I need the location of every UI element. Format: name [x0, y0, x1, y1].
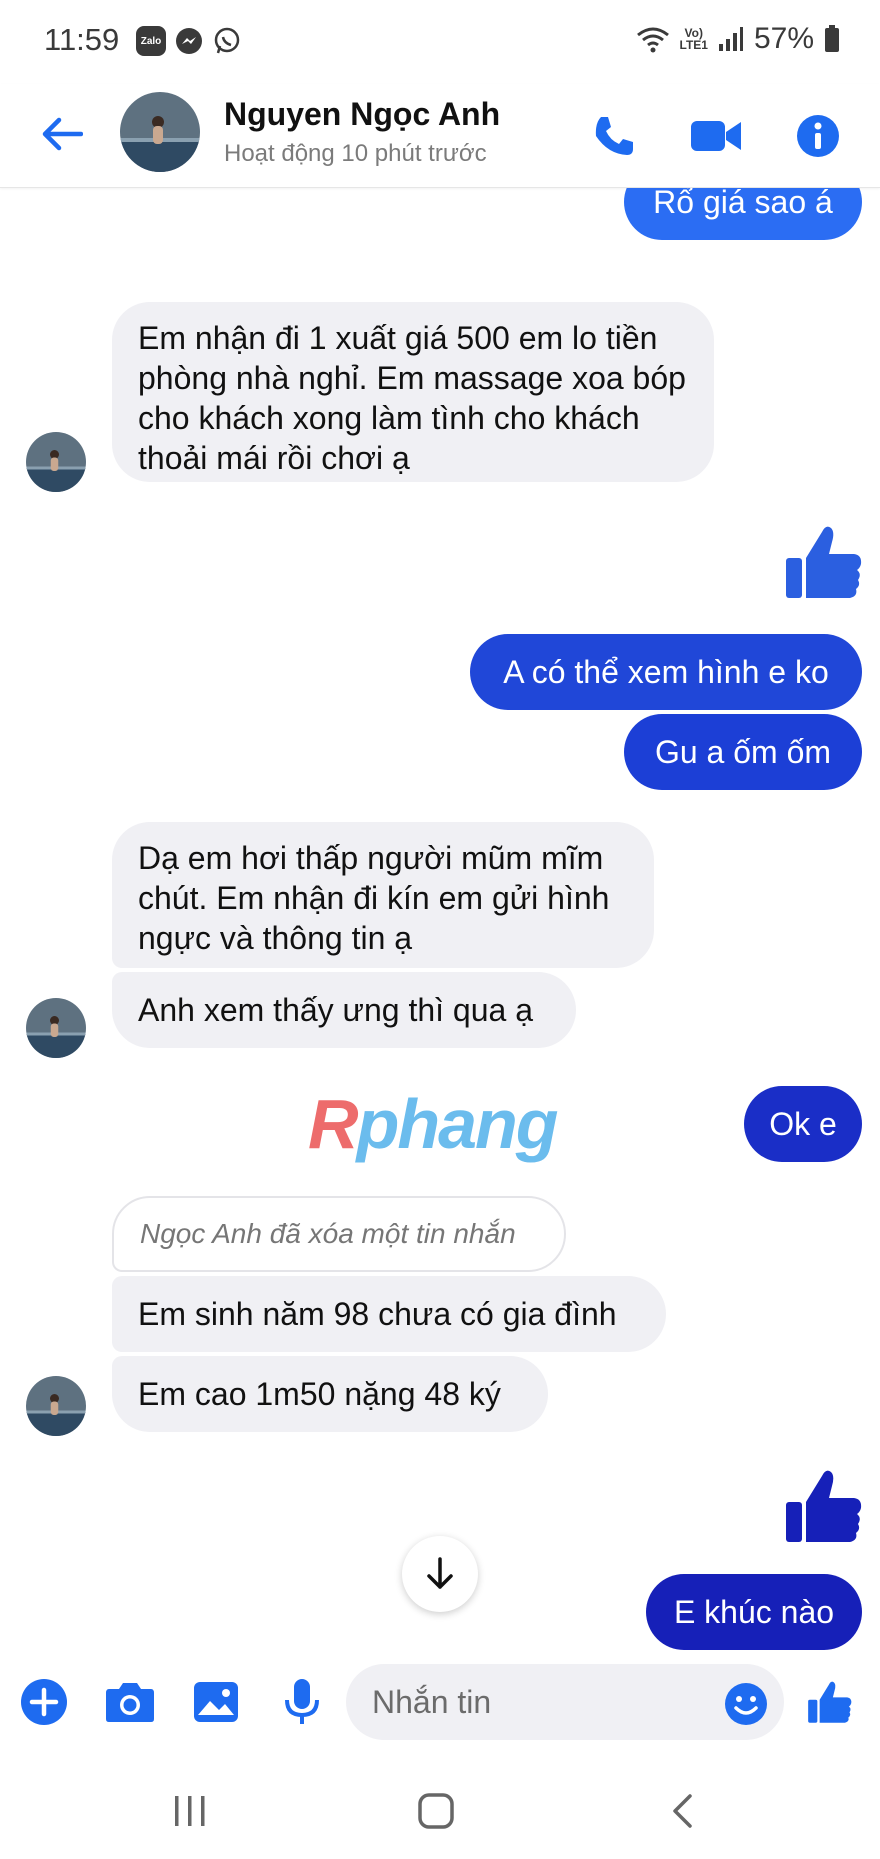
- lte-line2: LTE1: [679, 38, 708, 52]
- recent-apps-button[interactable]: [160, 1786, 220, 1836]
- contact-active-status: Hoạt động 10 phút trước: [224, 140, 487, 167]
- sent-message[interactable]: A có thể xem hình e ko: [470, 634, 862, 710]
- system-back-button[interactable]: [652, 1786, 712, 1836]
- sent-like[interactable]: [784, 1466, 864, 1551]
- contact-avatar[interactable]: [120, 92, 200, 172]
- lte-indicator: Vo) LTE1: [680, 27, 708, 51]
- message-text: Rổ giá sao á: [653, 188, 833, 220]
- wifi-icon: [636, 27, 669, 53]
- received-message[interactable]: Em sinh năm 98 chưa có gia đình: [112, 1276, 666, 1352]
- watermark: Rphang: [308, 1084, 559, 1164]
- message-text: Em sinh năm 98 chưa có gia đình: [138, 1296, 617, 1332]
- status-indicators: Vo) LTE1 57%: [636, 22, 841, 56]
- status-time: 11:59: [44, 22, 120, 57]
- battery-percent: 57%: [753, 22, 814, 55]
- message-text: Ngọc Anh đã xóa một tin nhắn: [140, 1218, 516, 1249]
- sent-like[interactable]: [784, 522, 864, 607]
- chevron-left-icon: [673, 1794, 692, 1828]
- sent-message[interactable]: Rổ giá sao á: [624, 188, 862, 240]
- sent-message[interactable]: Gu a ốm ốm: [624, 714, 862, 790]
- phone-icon: [595, 117, 633, 155]
- camera-icon: [106, 1683, 154, 1722]
- plus-circle-icon: [21, 1679, 67, 1725]
- battery-icon: [825, 25, 839, 52]
- video-call-button[interactable]: [688, 108, 744, 164]
- message-text: Em cao 1m50 nặng 48 ký: [138, 1376, 501, 1412]
- signal-icon: [718, 27, 743, 51]
- message-text: Ok e: [769, 1106, 837, 1142]
- thumbs-up-icon: [786, 1470, 862, 1542]
- home-button[interactable]: [406, 1786, 466, 1836]
- more-actions-button[interactable]: [14, 1672, 74, 1732]
- chat-header: Nguyen Ngọc Anh Hoạt động 10 phút trước: [0, 84, 880, 188]
- recent-apps-icon: [175, 1796, 205, 1826]
- sent-message[interactable]: E khúc nào: [646, 1574, 862, 1650]
- arrow-down-icon: [427, 1557, 453, 1589]
- message-text: Em nhận đi 1 xuất giá 500 em lo tiền phò…: [138, 320, 686, 476]
- message-text: Anh xem thấy ưng thì qua ạ: [138, 992, 533, 1028]
- back-arrow-icon: [42, 117, 83, 151]
- message-thread[interactable]: Rổ giá sao á Em nhận đi 1 xuất giá 500 e…: [0, 188, 880, 1650]
- received-message[interactable]: Anh xem thấy ưng thì qua ạ: [112, 972, 576, 1048]
- zalo-icon-label: Zalo: [140, 35, 162, 47]
- message-text: E khúc nào: [673, 1594, 835, 1630]
- info-icon: [797, 115, 839, 157]
- back-button[interactable]: [34, 106, 90, 162]
- voice-call-button[interactable]: [586, 108, 642, 164]
- deleted-message-notice: Ngọc Anh đã xóa một tin nhắn: [112, 1196, 566, 1272]
- contact-avatar-small[interactable]: [26, 1376, 86, 1436]
- image-icon: [194, 1682, 238, 1722]
- voice-message-button[interactable]: [272, 1672, 332, 1732]
- contact-avatar-small[interactable]: [26, 998, 86, 1058]
- contact-name[interactable]: Nguyen Ngọc Anh: [224, 96, 500, 133]
- thumbs-up-icon: [786, 526, 862, 598]
- info-button[interactable]: [790, 108, 846, 164]
- status-bar: 11:59 Zalo Vo) LTE1 57%: [0, 0, 880, 84]
- camera-button[interactable]: [100, 1672, 160, 1732]
- send-like-button[interactable]: [800, 1672, 860, 1732]
- message-text: A có thể xem hình e ko: [503, 654, 829, 690]
- message-text: Dạ em hơi thấp người mũm mĩm chút. Em nh…: [138, 840, 610, 956]
- zalo-icon: Zalo: [136, 26, 166, 56]
- whatsapp-icon: [212, 26, 242, 56]
- thumbs-up-icon: [808, 1681, 852, 1723]
- sent-message[interactable]: Ok e: [744, 1086, 862, 1162]
- home-icon: [418, 1793, 454, 1829]
- received-message[interactable]: Em cao 1m50 nặng 48 ký: [112, 1356, 548, 1432]
- smiley-icon: [725, 1683, 767, 1725]
- watermark-part2: phang: [356, 1085, 559, 1163]
- system-navigation-bar: [0, 1760, 880, 1859]
- message-input[interactable]: [346, 1664, 784, 1740]
- received-message[interactable]: Em nhận đi 1 xuất giá 500 em lo tiền phò…: [112, 302, 714, 482]
- notification-icons: Zalo: [136, 26, 242, 56]
- video-camera-icon: [691, 121, 741, 151]
- gallery-button[interactable]: [186, 1672, 246, 1732]
- contact-avatar-small[interactable]: [26, 432, 86, 492]
- emoji-button[interactable]: [724, 1682, 768, 1726]
- message-text: Gu a ốm ốm: [654, 734, 832, 770]
- watermark-part1: R: [308, 1085, 359, 1163]
- composer-bar: [0, 1650, 880, 1760]
- microphone-icon: [285, 1679, 319, 1724]
- scroll-to-bottom-button[interactable]: [402, 1536, 478, 1612]
- messenger-icon: [174, 26, 204, 56]
- received-message[interactable]: Dạ em hơi thấp người mũm mĩm chút. Em nh…: [112, 822, 654, 968]
